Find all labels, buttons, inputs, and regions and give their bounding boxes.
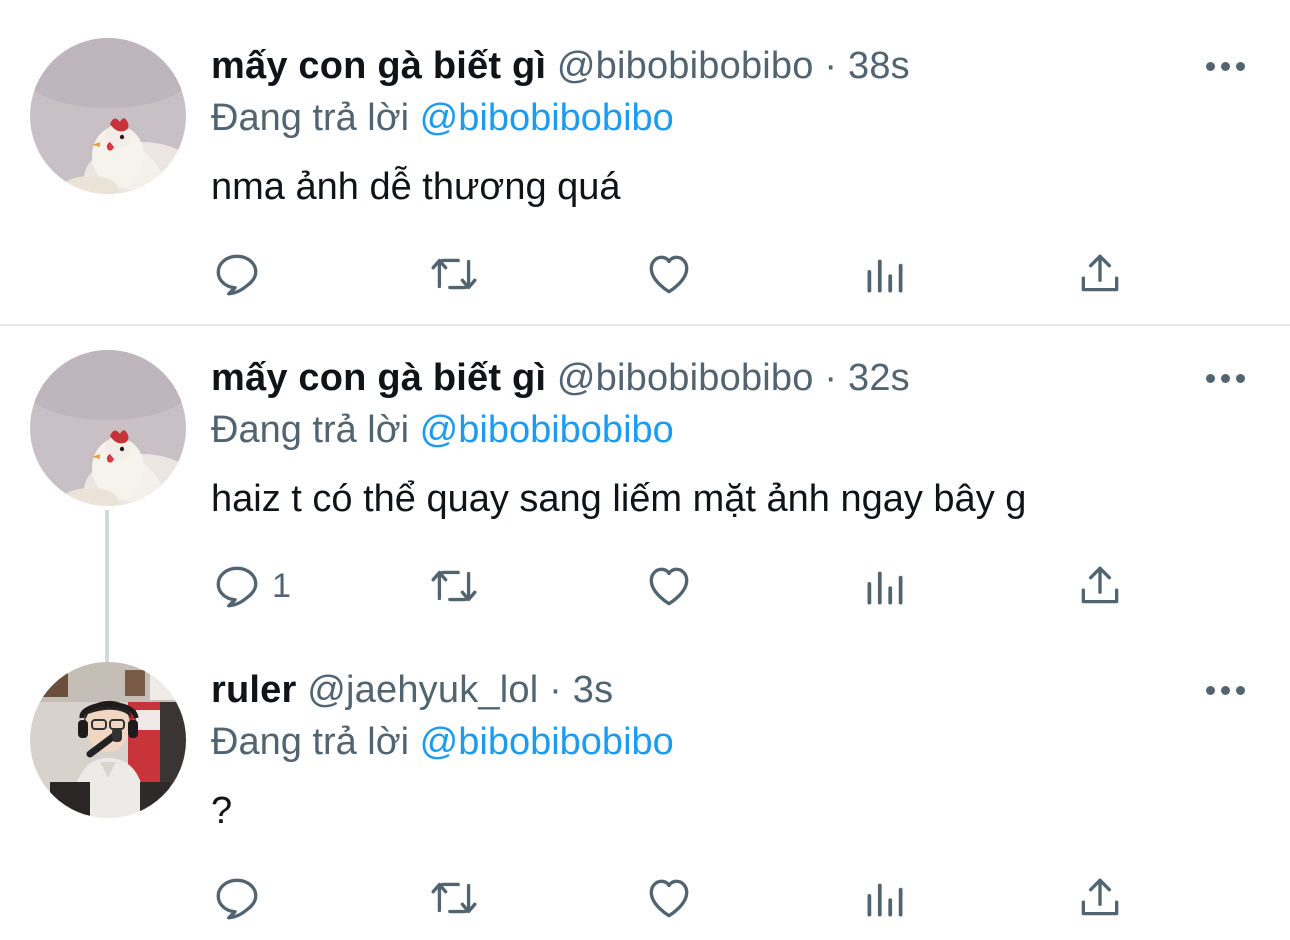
reply-count: 1 xyxy=(272,566,291,605)
separator-dot: · xyxy=(824,45,838,87)
mention-link[interactable]: @bibobibobibo xyxy=(420,97,674,139)
share-icon xyxy=(1075,561,1125,611)
chicken-avatar xyxy=(30,38,186,194)
streamer-avatar xyxy=(30,662,186,818)
avatar[interactable] xyxy=(30,38,186,194)
tweet-header: mấy con gà biết gì @bibobibobibo · 38s xyxy=(211,42,910,90)
share-button[interactable] xyxy=(1075,244,1125,304)
retweet-icon xyxy=(429,873,479,923)
more-icon[interactable] xyxy=(1206,680,1246,700)
timestamp[interactable]: 32s xyxy=(848,357,910,399)
retweet-icon xyxy=(429,249,479,299)
reply-button[interactable] xyxy=(212,868,272,928)
tweet-actions: 1 xyxy=(0,556,1290,616)
more-icon[interactable] xyxy=(1206,56,1246,76)
retweet-button[interactable] xyxy=(429,556,479,616)
tweet-text: haiz t có thể quay sang liếm mặt ảnh nga… xyxy=(211,478,1027,520)
replying-to-label: Đang trả lời xyxy=(211,97,410,139)
replying-to-label: Đang trả lời xyxy=(211,721,410,763)
reply-button[interactable] xyxy=(212,244,272,304)
separator-dot: · xyxy=(549,669,562,711)
user-handle[interactable]: @bibobibobibo xyxy=(557,357,814,399)
tweet-actions xyxy=(0,244,1290,304)
reply-icon xyxy=(212,561,262,611)
reply-icon xyxy=(212,249,262,299)
analytics-icon xyxy=(860,873,910,923)
like-button[interactable] xyxy=(644,244,694,304)
tweet-text: nma ảnh dễ thương quá xyxy=(211,166,621,208)
like-button[interactable] xyxy=(644,868,694,928)
reply-icon xyxy=(212,873,262,923)
retweet-button[interactable] xyxy=(429,244,479,304)
analytics-button[interactable] xyxy=(860,556,910,616)
timestamp[interactable]: 3s xyxy=(573,669,614,711)
replying-to: Đang trả lời @bibobibobibo xyxy=(211,94,674,142)
replying-to-label: Đang trả lời xyxy=(211,409,410,451)
like-icon xyxy=(644,873,694,923)
user-handle[interactable]: @jaehyuk_lol xyxy=(307,669,538,711)
analytics-button[interactable] xyxy=(860,868,910,928)
share-button[interactable] xyxy=(1075,868,1125,928)
analytics-icon xyxy=(860,561,910,611)
mention-link[interactable]: @bibobibobibo xyxy=(420,409,674,451)
chicken-avatar xyxy=(30,350,186,506)
display-name[interactable]: mấy con gà biết gì xyxy=(211,357,546,399)
separator-dot: · xyxy=(824,357,838,399)
like-icon xyxy=(644,561,694,611)
mention-link[interactable]: @bibobibobibo xyxy=(420,721,674,763)
display-name[interactable]: mấy con gà biết gì xyxy=(211,45,546,87)
tweet-text: ? xyxy=(211,790,233,832)
replying-to: Đang trả lời @bibobibobibo xyxy=(211,406,674,454)
share-icon xyxy=(1075,873,1125,923)
tweet-header: ruler @jaehyuk_lol · 3s xyxy=(211,666,613,714)
like-icon xyxy=(644,249,694,299)
share-icon xyxy=(1075,249,1125,299)
retweet-button[interactable] xyxy=(429,868,479,928)
timestamp[interactable]: 38s xyxy=(848,45,910,87)
replying-to: Đang trả lời @bibobibobibo xyxy=(211,718,674,766)
user-handle[interactable]: @bibobibobibo xyxy=(557,45,814,87)
like-button[interactable] xyxy=(644,556,694,616)
avatar[interactable] xyxy=(30,662,186,818)
more-icon[interactable] xyxy=(1206,368,1246,388)
tweet-actions xyxy=(0,868,1290,928)
tweet-divider xyxy=(0,324,1290,326)
tweet-header: mấy con gà biết gì @bibobibobibo · 32s xyxy=(211,354,910,402)
retweet-icon xyxy=(429,561,479,611)
reply-button[interactable]: 1 xyxy=(212,556,291,616)
share-button[interactable] xyxy=(1075,556,1125,616)
analytics-button[interactable] xyxy=(860,244,910,304)
analytics-icon xyxy=(860,249,910,299)
avatar[interactable] xyxy=(30,350,186,506)
display-name[interactable]: ruler xyxy=(211,669,296,711)
